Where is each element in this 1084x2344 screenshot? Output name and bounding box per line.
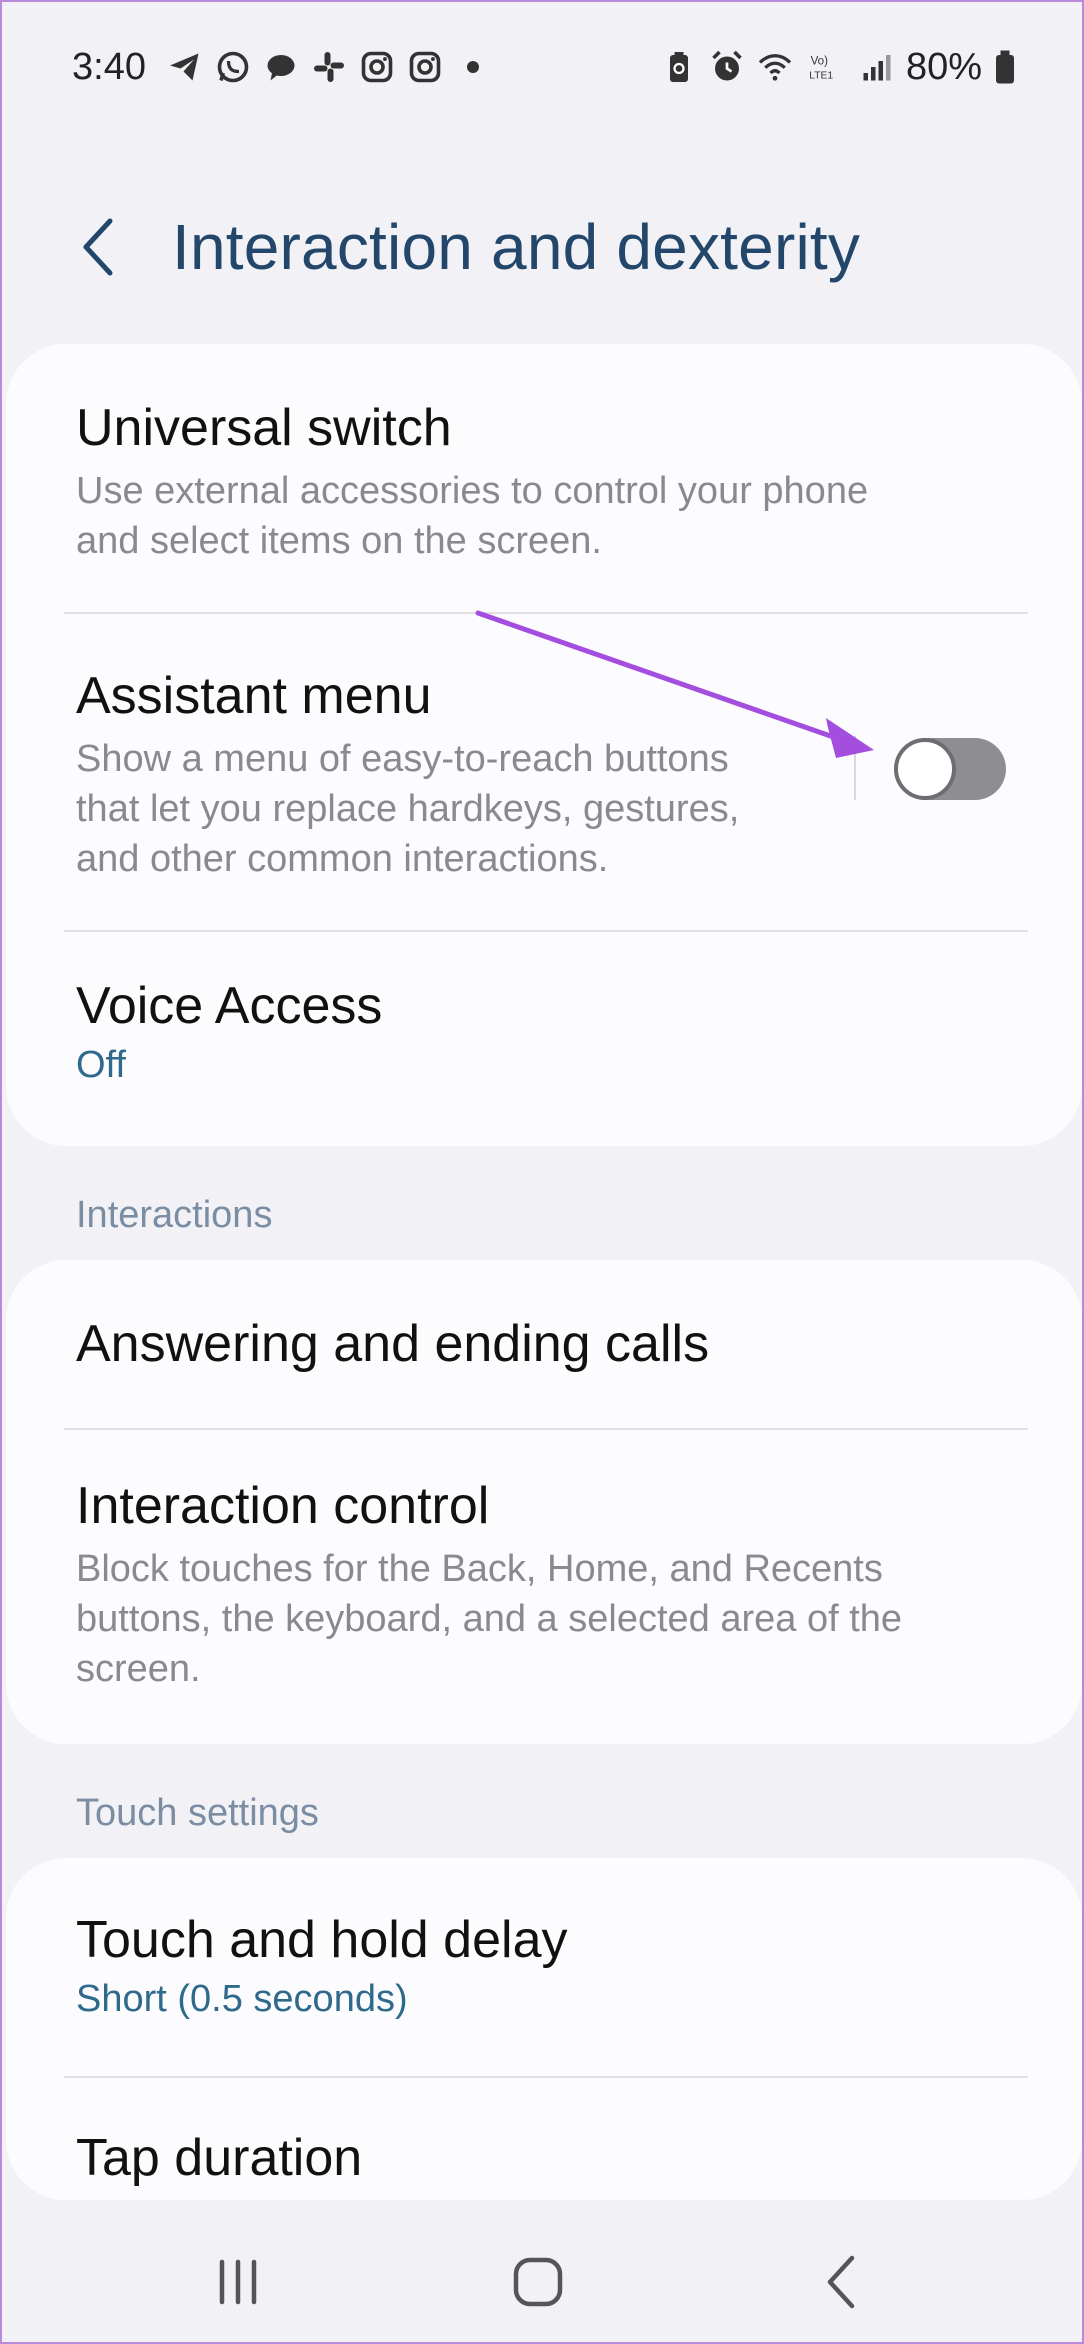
settings-card-touch: Touch and hold delay Short (0.5 seconds)… — [6, 1858, 1082, 2200]
answering-calls-item[interactable]: Answering and ending calls — [6, 1260, 1082, 1428]
toggle-separator — [854, 736, 856, 800]
touch-hold-delay-value: Short (0.5 seconds) — [76, 1978, 408, 2020]
toggle-knob — [894, 738, 956, 800]
touch-hold-delay-title: Touch and hold delay — [76, 1911, 568, 1969]
whatsapp-icon — [214, 48, 252, 86]
interaction-control-title: Interaction control — [76, 1477, 490, 1535]
telegram-icon — [166, 48, 204, 86]
tap-duration-item[interactable]: Tap duration — [6, 2078, 1082, 2200]
interaction-control-desc-line1: Block touches for the Back, Home, and Re… — [76, 1548, 883, 1590]
interaction-control-desc-line2: buttons, the keyboard, and a selected ar… — [76, 1598, 903, 1640]
recents-icon — [219, 2259, 257, 2305]
assistant-menu-item[interactable]: Assistant menu Show a menu of easy-to-re… — [6, 614, 1082, 930]
universal-switch-desc-line1: Use external accessories to control your… — [76, 470, 869, 512]
slack-icon — [310, 48, 348, 86]
assistant-menu-desc-line3: and other common interactions. — [76, 838, 609, 880]
home-button[interactable] — [498, 2242, 578, 2322]
universal-switch-title: Universal switch — [76, 399, 452, 457]
back-nav-button[interactable] — [802, 2242, 882, 2322]
universal-switch-item[interactable]: Universal switch Use external accessorie… — [6, 344, 1082, 612]
battery-icon — [992, 48, 1018, 86]
navigation-bar — [2, 2212, 1082, 2342]
wifi-icon — [756, 48, 794, 86]
alarm-icon — [708, 48, 746, 86]
page-title: Interaction and dexterity — [172, 211, 861, 283]
assistant-menu-desc-line2: that let you replace hardkeys, gestures, — [76, 788, 740, 830]
recents-button[interactable] — [198, 2242, 278, 2322]
back-nav-icon — [827, 2255, 855, 2309]
status-left: 3:40 — [72, 46, 492, 89]
assistant-menu-title: Assistant menu — [76, 667, 432, 725]
universal-switch-desc-line2: and select items on the screen. — [76, 520, 602, 562]
home-icon — [513, 2257, 563, 2307]
battery-saver-icon — [660, 48, 698, 86]
status-right: Vo) LTE1 80% — [660, 46, 1018, 89]
section-label-touch-settings: Touch settings — [76, 1792, 319, 1834]
section-label-interactions: Interactions — [76, 1194, 273, 1236]
chat-icon — [262, 48, 300, 86]
back-arrow-icon — [83, 218, 113, 276]
volte-icon: Vo) LTE1 — [804, 48, 848, 86]
settings-card-main: Universal switch Use external accessorie… — [6, 344, 1082, 1146]
voice-access-item[interactable]: Voice Access Off — [6, 932, 1082, 1146]
battery-percentage: 80% — [905, 45, 982, 88]
settings-card-interactions: Answering and ending calls Interaction c… — [6, 1260, 1082, 1744]
dot-icon — [454, 48, 492, 86]
interaction-control-desc-line3: screen. — [76, 1648, 201, 1690]
assistant-menu-desc-line1: Show a menu of easy-to-reach buttons — [76, 738, 729, 780]
instagram-icon — [406, 48, 444, 86]
status-time: 3:40 — [72, 45, 146, 88]
svg-text:LTE1: LTE1 — [809, 71, 833, 82]
tap-duration-title: Tap duration — [76, 2129, 363, 2187]
touch-hold-delay-item[interactable]: Touch and hold delay Short (0.5 seconds) — [6, 1858, 1082, 2076]
voice-access-title: Voice Access — [76, 977, 383, 1035]
svg-text:Vo): Vo) — [811, 55, 829, 67]
instagram-icon — [358, 48, 396, 86]
back-button[interactable] — [68, 214, 128, 280]
voice-access-value: Off — [76, 1044, 126, 1086]
answering-calls-title: Answering and ending calls — [76, 1315, 710, 1373]
signal-icon — [858, 48, 896, 86]
header: Interaction and dexterity — [2, 192, 1082, 302]
status-bar: 3:40 Vo) LTE1 80% — [2, 2, 1082, 132]
interaction-control-item[interactable]: Interaction control Block touches for th… — [6, 1430, 1082, 1744]
assistant-menu-toggle[interactable] — [894, 738, 1006, 800]
